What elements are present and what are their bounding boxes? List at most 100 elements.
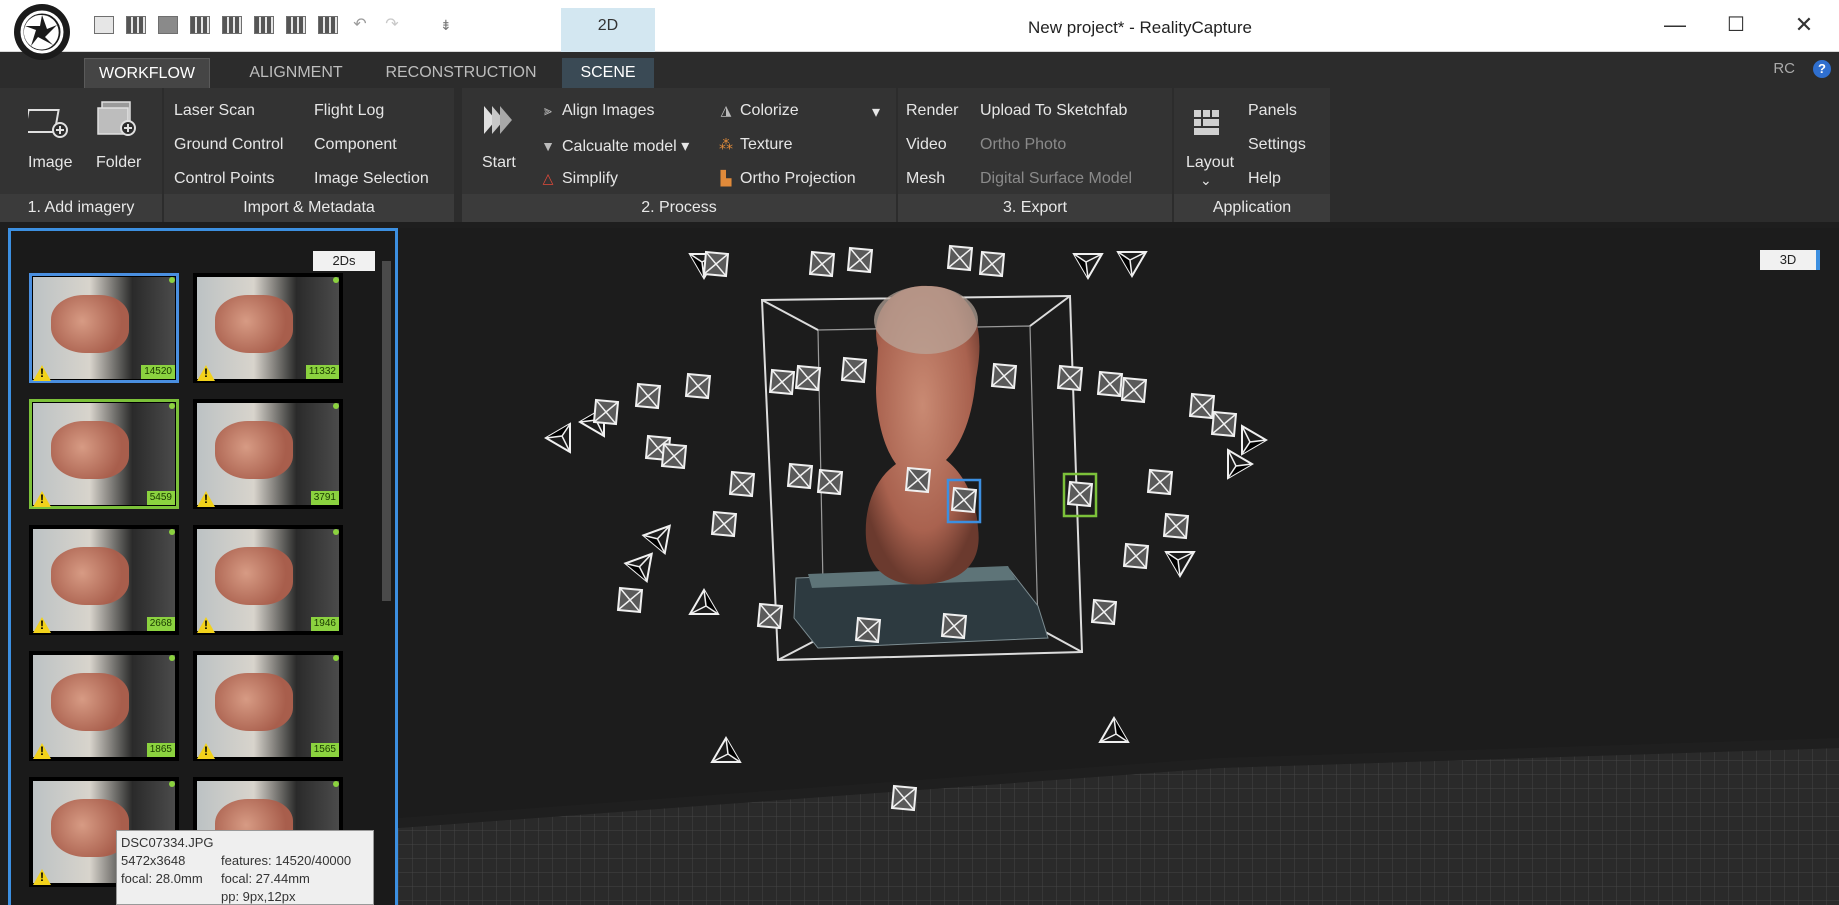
layout-4-icon[interactable] xyxy=(190,16,210,34)
panel-scrollbar[interactable] xyxy=(382,261,391,601)
start-icon[interactable] xyxy=(482,102,516,143)
feature-count: 3791 xyxy=(310,491,339,505)
viewport-3d-tag[interactable]: 3D xyxy=(1760,250,1820,270)
tab-reconstruction[interactable]: RECONSTRUCTION xyxy=(376,58,546,88)
tooltip-filename: DSC07334.JPG xyxy=(121,835,214,850)
rc-label: RC xyxy=(1773,60,1795,77)
group-add-imagery: Image Folder 1. Add imagery xyxy=(0,88,162,222)
layout-1-icon[interactable] xyxy=(94,16,114,34)
tab-alignment[interactable]: ALIGNMENT xyxy=(236,58,356,88)
feature-count: 14520 xyxy=(141,365,175,379)
group-label: 2. Process xyxy=(462,194,896,222)
render-button[interactable]: Render xyxy=(906,102,958,120)
image-thumbnail[interactable]: ! 1946 xyxy=(193,525,343,635)
group-label: Application xyxy=(1174,194,1330,222)
ortho-projection-button[interactable]: ▙ Ortho Projection xyxy=(718,170,856,188)
control-points-button[interactable]: Control Points xyxy=(174,170,275,188)
layout-7-icon[interactable] xyxy=(286,16,306,34)
laser-scan-button[interactable]: Laser Scan xyxy=(174,102,255,120)
image-thumbnail[interactable]: ! 11332 xyxy=(193,273,343,383)
texture-button[interactable]: ⁂ Texture xyxy=(718,136,792,154)
texture-icon: ⁂ xyxy=(719,136,733,152)
ortho-projection-icon: ▙ xyxy=(720,170,732,186)
layout-2-icon[interactable] xyxy=(126,16,146,34)
tooltip-focal: focal: 28.0mm xyxy=(121,871,203,886)
image-info-tooltip: DSC07334.JPG 5472x3648 focal: 28.0mm fea… xyxy=(116,830,374,905)
tab-scene[interactable]: SCENE xyxy=(562,58,654,88)
layout-5-icon[interactable] xyxy=(222,16,242,34)
scene-3d-viewport[interactable] xyxy=(398,228,1839,905)
digital-surface-model-button[interactable]: Digital Surface Model xyxy=(980,170,1132,188)
undo-icon[interactable]: ↶ xyxy=(350,16,370,36)
tab-2d-view[interactable]: 2D xyxy=(561,8,655,52)
layout-button[interactable]: Layout xyxy=(1186,154,1234,172)
minimize-icon[interactable]: — xyxy=(1655,14,1695,36)
scene-3d-render xyxy=(398,245,1839,905)
image-thumbnail[interactable]: ! 3791 xyxy=(193,399,343,509)
feature-count: 1946 xyxy=(310,617,339,631)
feature-count: 1865 xyxy=(146,743,175,757)
folder-button[interactable]: Folder xyxy=(96,154,141,172)
tooltip-principal-point: pp: 9px,12px xyxy=(221,889,296,904)
calculate-model-button[interactable]: ▼ Calcualte model ▾ xyxy=(540,136,689,156)
tooltip-features: features: 14520/40000 xyxy=(221,853,352,868)
align-images-icon: ⫸ xyxy=(544,102,552,118)
group-export: Render Video Mesh Upload To Sketchfab Or… xyxy=(898,88,1172,222)
panels-button[interactable]: Panels xyxy=(1248,102,1297,120)
simplify-icon: △ xyxy=(542,170,554,186)
video-button[interactable]: Video xyxy=(906,136,947,154)
feature-count: 2668 xyxy=(146,617,175,631)
images-panel: 2Ds ! 14520 ! 11332 ! 5459 ! 3791 ! 2668… xyxy=(8,228,398,905)
simplify-button[interactable]: △ Simplify xyxy=(540,170,618,188)
start-button[interactable]: Start xyxy=(482,154,516,172)
folder-icon[interactable] xyxy=(96,100,138,143)
settings-button[interactable]: Settings xyxy=(1248,136,1306,154)
ribbon-tabs: WORKFLOW ALIGNMENT RECONSTRUCTION SCENE … xyxy=(0,52,1839,88)
group-label: 1. Add imagery xyxy=(0,194,162,222)
process-dropdown-icon[interactable]: ▾ xyxy=(872,102,880,122)
close-icon[interactable]: ✕ xyxy=(1784,14,1824,36)
quick-access-toolbar: ↶ ↷ ⇟ xyxy=(94,16,452,36)
layout-6-icon[interactable] xyxy=(254,16,274,34)
image-thumbnail[interactable]: ! 1865 xyxy=(29,651,179,761)
feature-count: 11332 xyxy=(305,365,339,379)
customize-icon[interactable]: ⇟ xyxy=(440,16,452,36)
calculate-model-icon: ▼ xyxy=(541,138,555,154)
tooltip-resolution: 5472x3648 xyxy=(121,853,186,868)
image-icon[interactable] xyxy=(23,102,70,143)
image-button[interactable]: Image xyxy=(28,154,72,172)
feature-count: 5459 xyxy=(146,491,175,505)
image-thumbnail[interactable]: ! 14520 xyxy=(29,273,179,383)
layout-icon[interactable] xyxy=(1194,110,1220,141)
help-button[interactable]: Help xyxy=(1248,170,1281,188)
image-thumbnail[interactable]: ! 1565 xyxy=(193,651,343,761)
ribbon: WORKFLOW ALIGNMENT RECONSTRUCTION SCENE … xyxy=(0,52,1839,222)
mesh-button[interactable]: Mesh xyxy=(906,170,945,188)
title-bar: ↶ ↷ ⇟ 2D New project* - RealityCapture —… xyxy=(0,0,1839,60)
colorize-icon: ◮ xyxy=(720,102,732,118)
colorize-button[interactable]: ◮ Colorize xyxy=(718,102,799,120)
help-icon[interactable]: ? xyxy=(1813,60,1831,78)
redo-icon[interactable]: ↷ xyxy=(382,16,402,36)
component-button[interactable]: Component xyxy=(314,136,397,154)
layout-8-icon[interactable] xyxy=(318,16,338,34)
layout-dropdown-icon[interactable]: ⌄ xyxy=(1200,172,1212,189)
panel-2ds-tag[interactable]: 2Ds xyxy=(313,251,375,271)
ortho-photo-button[interactable]: Ortho Photo xyxy=(980,136,1066,154)
tab-workflow[interactable]: WORKFLOW xyxy=(84,58,210,88)
image-thumbnail[interactable]: ! 2668 xyxy=(29,525,179,635)
align-images-button[interactable]: ⫸ Align Images xyxy=(540,102,654,120)
upload-sketchfab-button[interactable]: Upload To Sketchfab xyxy=(980,102,1127,120)
app-logo-icon[interactable] xyxy=(14,4,70,60)
layout-3-icon[interactable] xyxy=(158,16,178,34)
maximize-icon[interactable]: ☐ xyxy=(1716,14,1756,36)
group-import-metadata: Laser Scan Ground Control Control Points… xyxy=(164,88,454,222)
image-selection-button[interactable]: Image Selection xyxy=(314,170,429,188)
group-label: 3. Export xyxy=(898,194,1172,222)
group-application: Layout ⌄ Panels Settings Help Applicatio… xyxy=(1174,88,1330,222)
feature-count: 1565 xyxy=(310,743,339,757)
window-title: New project* - RealityCapture xyxy=(1028,18,1252,37)
ground-control-button[interactable]: Ground Control xyxy=(174,136,283,154)
flight-log-button[interactable]: Flight Log xyxy=(314,102,384,120)
image-thumbnail[interactable]: ! 5459 xyxy=(29,399,179,509)
